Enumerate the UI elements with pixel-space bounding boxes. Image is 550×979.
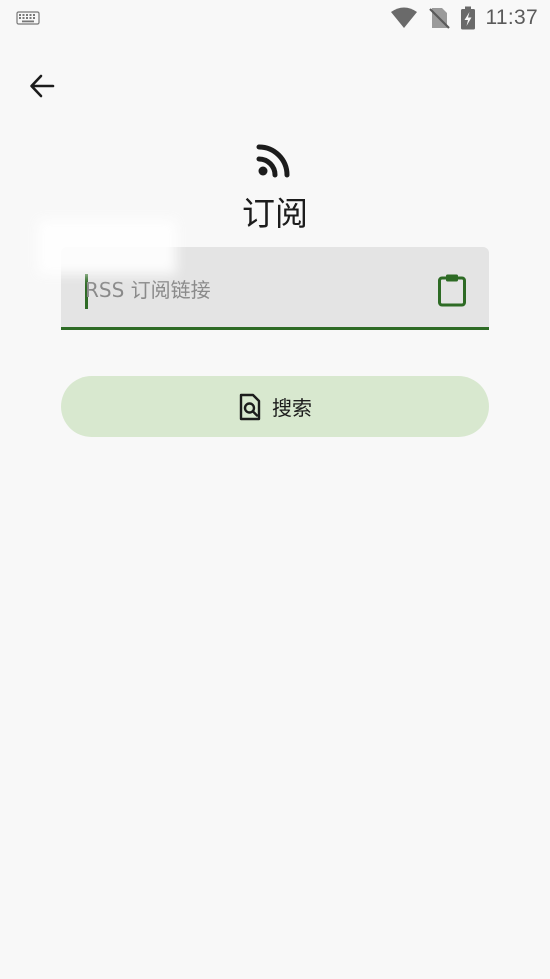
search-document-icon — [239, 393, 261, 420]
wifi-icon — [390, 7, 417, 28]
search-button[interactable]: 搜索 — [61, 376, 489, 437]
back-button[interactable] — [20, 64, 64, 108]
arrow-back-icon — [30, 74, 55, 98]
overlay-artifact — [38, 220, 176, 274]
rss-url-input[interactable] — [85, 271, 415, 309]
search-button-label: 搜索 — [272, 396, 312, 420]
paste-clipboard-button[interactable] — [435, 271, 469, 309]
status-bar: 11:37 — [0, 0, 550, 36]
no-sim-icon — [428, 8, 450, 29]
clipboard-icon — [438, 274, 466, 307]
battery-charging-icon — [460, 6, 475, 30]
status-icons: 11:37 — [390, 6, 539, 30]
keyboard-icon — [16, 11, 40, 25]
rss-icon — [256, 144, 290, 178]
status-time: 11:37 — [485, 6, 538, 29]
